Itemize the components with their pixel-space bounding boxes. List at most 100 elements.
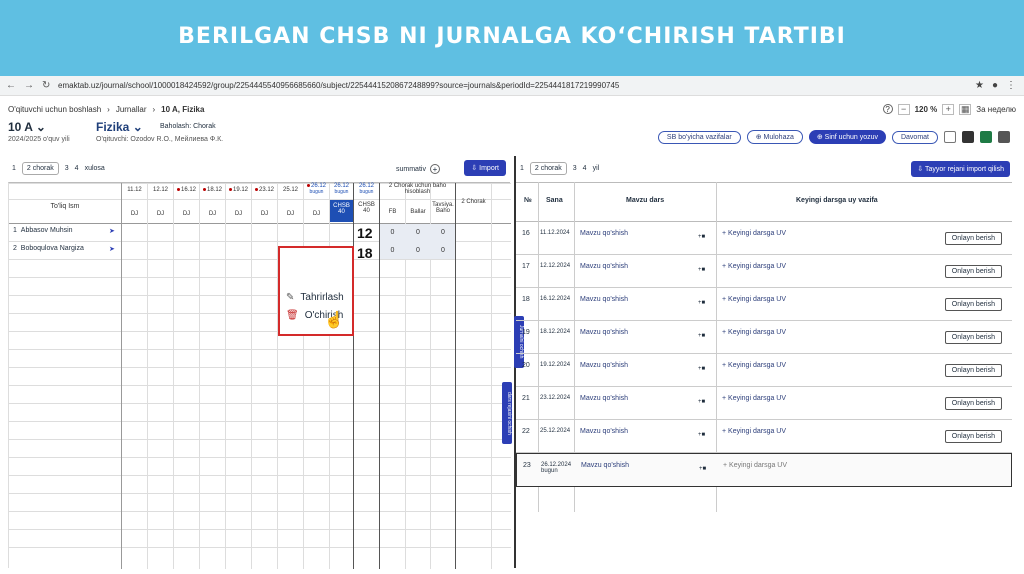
slide-title-banner: BERILGAN CHSB NI JURNALGA KO‘CHIRISH TAR… [0,0,1024,76]
date-header[interactable]: 16.12 [174,187,199,193]
hand-cursor-icon: ☝ [324,312,344,329]
add-icon: + [429,164,440,174]
zoom-in-button[interactable]: + [942,103,955,115]
date-header[interactable]: 26.12 bugun [354,183,379,195]
attach-icon: +■ [698,366,706,372]
send-icon[interactable]: ➤ [109,245,115,253]
tab-term[interactable]: 2 chorak [21,162,59,175]
tab-summary[interactable]: xulosa [85,165,105,172]
online-button[interactable]: Onlayn berish [944,298,1002,311]
lesson-row[interactable]: 21 23.12.2024 Mavzu qo'shish +■ + Keying… [516,387,1012,420]
settings-icon[interactable] [998,131,1010,143]
lessons-pane: 1 2 chorak 3 4 yil ⇩ Tayyor rejani impor… [502,156,1016,568]
tab-term[interactable]: 4 [583,165,587,172]
grade-cell: 0 [441,229,445,236]
lesson-row[interactable]: 18 16.12.2024 Mavzu qo'shish +■ + Keying… [516,288,1012,321]
lesson-row[interactable]: 17 12.12.2024 Mavzu qo'shish +■ + Keying… [516,255,1012,288]
online-button[interactable]: Onlayn berish [944,364,1002,377]
attach-icon: +■ [698,267,706,273]
menu-icon[interactable]: ⋮ [1006,80,1016,91]
summative-toggle[interactable]: summativ + [396,164,440,174]
online-button[interactable]: Onlayn berish [944,232,1002,245]
recommended-grade-header: Tavsiya. Baho [432,202,454,214]
tab-term[interactable]: 4 [75,165,79,172]
action-bar: SB bo'yicha vazifalar ⊕ Mulohaza ⊕ Sinf … [657,130,1010,144]
forward-icon[interactable]: → [24,80,34,91]
import-button[interactable]: ⇩ Import [464,160,506,176]
open-lesson-plan-tab[interactable]: dars rejasini ochish [502,382,512,444]
print-icon[interactable] [944,131,956,143]
fb-cell: 0 [390,247,395,254]
date-header[interactable]: 18.12 [200,187,225,193]
date-header[interactable]: 26.12 bugun [304,183,329,195]
date-header[interactable]: 11.12 [122,187,147,193]
dj-label: DJ [208,211,217,217]
online-button[interactable]: Onlayn berish [944,397,1002,410]
grade-cell: 0 [441,247,445,254]
tab-term[interactable]: 3 [573,165,577,172]
zoom-out-button[interactable]: − [897,103,910,115]
tab-term[interactable]: 1 [520,165,524,172]
attach-icon: +■ [698,333,706,339]
help-icon[interactable]: ? [882,104,893,114]
date-header[interactable]: 23.12 [252,187,277,193]
fb-cell: 0 [390,229,395,236]
online-button[interactable]: Onlayn berish [944,331,1002,344]
browser-address-bar: ← → ↻ emaktab.uz/journal/school/1000018424… [0,76,1024,96]
class-select[interactable]: 10 A ⌄ [8,120,46,134]
profile-icon[interactable]: ● [992,80,998,91]
lesson-row[interactable]: 16 11.12.2024 Mavzu qo'shish +■ + Keying… [516,222,1012,255]
pencil-icon: ✎ [286,292,295,303]
attach-icon: +■ [698,432,706,438]
breadcrumb-item[interactable]: O'qituvchi uchun boshlash [8,105,101,114]
student-row[interactable]: 2 Boboqulova Nargiza [13,245,84,252]
lesson-row-today[interactable]: 23 26.12.2024 bugun Mavzu qo'shish +■ + K… [516,453,1012,487]
subject-select[interactable]: Fizika ⌄ [96,120,143,134]
chsb-column-header[interactable]: CHSB 40 [330,200,353,222]
week-toggle[interactable]: За неделю [976,105,1016,114]
online-button[interactable]: Onlayn berish [944,265,1002,278]
calendar-icon[interactable]: ▦ [959,103,972,115]
student-row[interactable]: 1 Abbasov Muhsin [13,227,73,234]
chsb-value: 12 [357,225,373,241]
online-button[interactable]: Onlayn berish [944,430,1002,443]
tab-year[interactable]: yil [593,165,600,172]
send-icon[interactable]: ➤ [109,227,115,235]
date-header[interactable]: 25.12 [278,187,303,193]
date-header[interactable]: 26.12 bugun [330,183,353,195]
reload-icon[interactable]: ↻ [42,80,50,91]
star-icon[interactable]: ★ [975,80,984,91]
term-grade-header: 2 Chorak [461,199,486,205]
term-tabs: 1 2 chorak 3 4 xulosa [12,162,105,175]
lesson-row[interactable]: 22 25.12.2024 Mavzu qo'shish +■ + Keying… [516,420,1012,453]
dj-label: DJ [260,211,269,217]
feedback-button[interactable]: ⊕ Mulohaza [746,130,803,144]
class-note-button[interactable]: ⊕ Sinf uchun yozuv [808,130,886,144]
url-field[interactable]: emaktab.uz/journal/school/1000018424592/… [58,81,975,90]
back-icon[interactable]: ← [6,80,16,91]
lesson-row[interactable]: 19 18.12.2024 Mavzu qo'shish +■ + Keying… [516,321,1012,354]
date-header[interactable]: 12.12 [148,187,173,193]
lesson-row[interactable]: 20 19.12.2024 Mavzu qo'shish +■ + Keying… [516,354,1012,387]
excel-icon[interactable] [980,131,992,143]
export-icon[interactable] [962,131,974,143]
date-header[interactable]: 19.12 [226,187,251,193]
term-calc-header: 2 Chorak uchun baho hisoblash [388,183,447,195]
grading-mode: Baholash: Chorak [160,123,216,130]
tab-term[interactable]: 2 chorak [529,162,567,175]
tab-term[interactable]: 1 [12,165,16,172]
points-cell: 0 [416,229,420,236]
dj-label: DJ [156,211,165,217]
tab-term[interactable]: 3 [65,165,69,172]
edit-menu-item[interactable]: ✎ Tahrirlash [286,292,344,303]
journal-app: O'qituvchi uchun boshlash › Jurnallar › 10… [0,96,1024,574]
breadcrumb-item[interactable]: Jurnallar [116,105,147,114]
dj-label: DJ [182,211,191,217]
import-plan-button[interactable]: ⇩ Tayyor rejani import qilish [911,161,1010,177]
chsb-header: CHSB 40 [358,202,375,214]
sb-tasks-button[interactable]: SB bo'yicha vazifalar [657,130,741,144]
chevron-down-icon: ⌄ [35,120,46,134]
chevron-down-icon: ⌄ [132,120,143,134]
attendance-button[interactable]: Davomat [891,130,938,144]
top-line: O'qituvchi uchun boshlash › Jurnallar › 10… [8,102,1016,116]
